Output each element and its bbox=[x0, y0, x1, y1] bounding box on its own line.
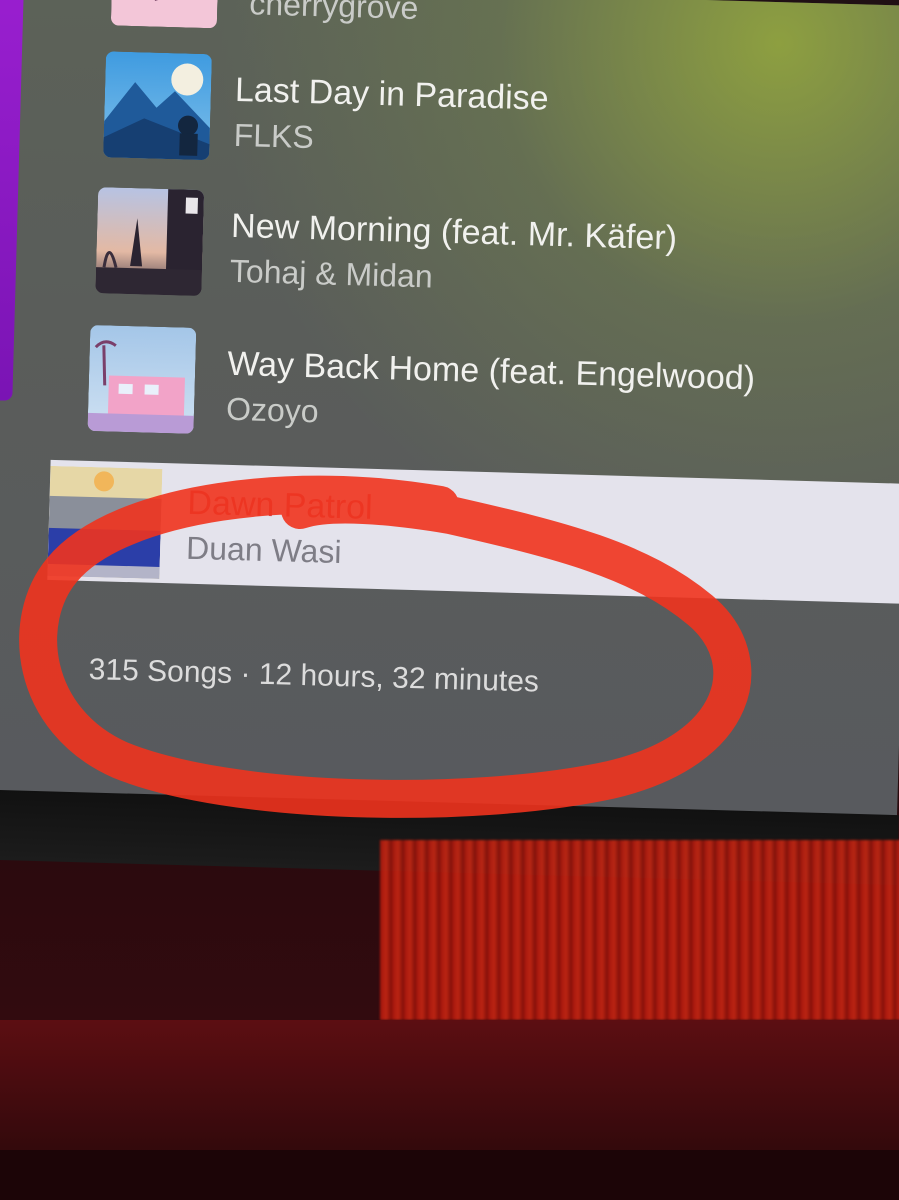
song-row-selected[interactable]: Dawn Patrol Duan Wasi bbox=[47, 459, 899, 604]
song-artist: FLKS bbox=[233, 116, 315, 156]
song-row[interactable]: Last Day in Paradise FLKS bbox=[95, 51, 899, 184]
song-artist: Tohaj & Midan bbox=[229, 252, 434, 295]
song-row[interactable]: Way Back Home (feat. Engelwood) Ozoyo bbox=[87, 324, 899, 458]
song-title: Last Day in Paradise bbox=[234, 70, 550, 118]
album-artwork bbox=[95, 187, 205, 297]
sidebar-edge bbox=[0, 0, 24, 401]
album-artwork bbox=[103, 51, 213, 161]
song-row[interactable]: New Morning (feat. Mr. Käfer) Tohaj & Mi… bbox=[91, 187, 899, 320]
tv-screen: cherrygrove Last Day in Paradise FLKS Ne… bbox=[0, 0, 899, 836]
song-artist: Ozoyo bbox=[225, 390, 320, 430]
song-title: New Morning (feat. Mr. Käfer) bbox=[230, 206, 678, 258]
album-artwork bbox=[110, 0, 220, 29]
album-artwork bbox=[87, 324, 197, 434]
song-title: Way Back Home (feat. Engelwood) bbox=[226, 344, 756, 398]
photo: cherrygrove Last Day in Paradise FLKS Ne… bbox=[0, 0, 899, 1200]
song-list: cherrygrove Last Day in Paradise FLKS Ne… bbox=[47, 0, 899, 604]
album-artwork bbox=[47, 465, 163, 579]
song-title: Dawn Patrol bbox=[186, 483, 374, 527]
song-artist: cherrygrove bbox=[248, 0, 419, 26]
red-light bbox=[380, 840, 899, 1020]
playlist-summary: 315 Songs · 12 hours, 32 minutes bbox=[88, 653, 540, 699]
shelf-edge bbox=[0, 1150, 899, 1200]
song-row[interactable]: cherrygrove bbox=[99, 0, 899, 52]
song-artist: Duan Wasi bbox=[185, 529, 342, 571]
